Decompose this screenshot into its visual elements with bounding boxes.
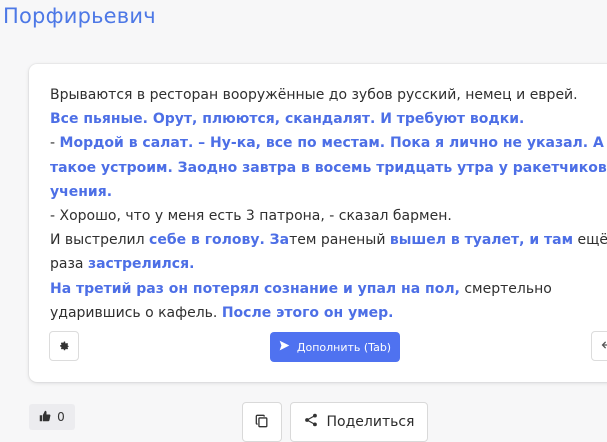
continue-button[interactable]: Дополнить (Tab) — [270, 332, 400, 362]
user-fragment: - Хорошо, что у меня есть 3 патрона, - с… — [50, 208, 452, 225]
generated-fragment: застрелился. — [87, 256, 195, 273]
user-fragment: И выстрелил — [50, 232, 150, 249]
generated-fragment: учения. — [50, 183, 113, 200]
generated-fragment: себе в голову. За — [149, 232, 290, 249]
share-button[interactable]: Поделиться — [290, 402, 428, 442]
story-line: - Мордой в салат. – Ну-ка, все по местам… — [50, 131, 607, 155]
generated-fragment: Мордой в салат. – Ну-ка, все по местам. … — [59, 135, 607, 152]
send-icon — [279, 340, 290, 354]
like-button[interactable]: 0 — [29, 404, 75, 430]
story-line: На третий раз он потерял сознание и упал… — [50, 277, 607, 301]
story-line: Все пьяные. Орут, плюются, скандалят. И … — [50, 107, 607, 131]
user-fragment: ещё 2 — [577, 232, 607, 249]
story-line: И выстрелил себе в голову. Затем раненый… — [50, 228, 607, 252]
user-fragment: раза — [50, 256, 88, 273]
copy-icon — [255, 413, 269, 432]
story-line: раза застрелился. — [50, 252, 607, 276]
thumbs-up-icon — [39, 410, 51, 425]
share-label: Поделиться — [326, 414, 415, 430]
story-line: такое устроим. Заодно завтра в восемь тр… — [50, 156, 607, 180]
generated-fragment: вышел в туалет, и там — [389, 232, 574, 249]
story-line: Врываются в ресторан вооружённые до зубо… — [50, 83, 607, 107]
gear-icon — [59, 337, 70, 356]
story-line: - Хорошо, что у меня есть 3 патрона, - с… — [50, 204, 607, 228]
copy-button[interactable] — [242, 402, 282, 442]
user-fragment: Врываются в ресторан вооружённые до зубо… — [50, 87, 578, 103]
generated-fragment: такое устроим. Заодно завтра в восемь тр… — [50, 159, 607, 176]
story-line: учения. — [50, 180, 607, 204]
generated-fragment: Все пьяные. Орут, плюются, скандалят. И … — [50, 111, 525, 128]
user-fragment: тем раненый — [289, 232, 390, 249]
app-title[interactable]: Порфирьевич — [3, 4, 156, 28]
user-fragment: ударившись о кафель. — [50, 304, 222, 321]
story-text[interactable]: Врываются в ресторан вооружённые до зубо… — [50, 83, 607, 325]
user-fragment: - — [50, 135, 60, 152]
settings-button[interactable] — [49, 331, 79, 361]
generated-fragment: На третий раз он потерял сознание и упал… — [50, 280, 460, 297]
generated-fragment: После этого он умер. — [221, 304, 394, 321]
story-card: Врываются в ресторан вооружённые до зубо… — [29, 64, 607, 382]
story-line: ударившись о кафель. После этого он умер… — [50, 301, 607, 325]
arrow-left-icon — [600, 339, 607, 354]
user-fragment: смертельно — [459, 280, 552, 297]
share-icon — [304, 413, 318, 431]
back-button[interactable] — [591, 331, 607, 361]
continue-label: Дополнить (Tab) — [296, 340, 392, 354]
like-count: 0 — [57, 410, 65, 424]
